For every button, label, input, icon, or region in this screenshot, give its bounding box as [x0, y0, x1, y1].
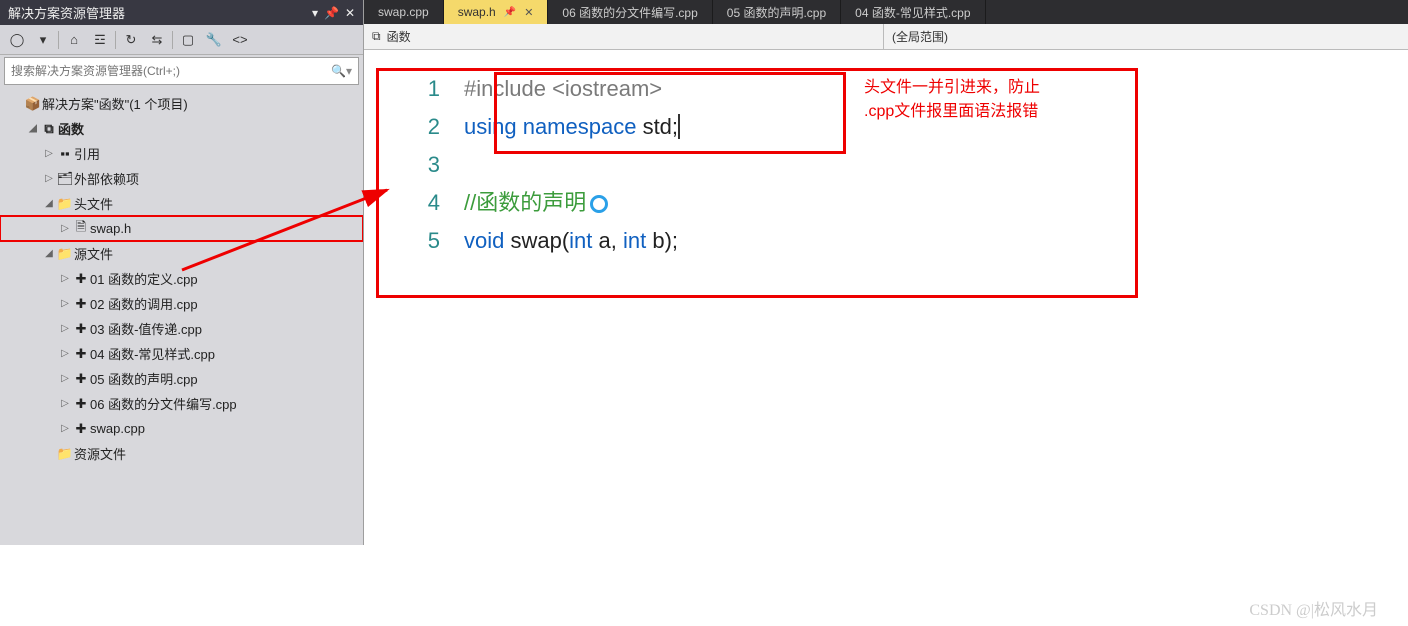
tree-references[interactable]: ▷▪▪引用 [0, 141, 363, 166]
dropdown-icon[interactable]: ▾ [312, 6, 318, 20]
refresh-icon[interactable]: ↻ [120, 29, 142, 51]
solution-explorer: 解决方案资源管理器 ▾ 📌 ✕ ◯ ▾ ⌂ ☲ ↻ ⇆ ▢ 🔧 <> 🔍 ▾ 📦… [0, 0, 364, 545]
home-icon[interactable]: ⌂ [63, 29, 85, 51]
code-editor[interactable]: 1#include <iostream> 2using namespace st… [364, 50, 1408, 545]
show-all-icon[interactable]: ▢ [177, 29, 199, 51]
properties-icon[interactable]: 🔧 [203, 29, 225, 51]
pin-icon[interactable]: 📌 [324, 6, 339, 20]
context-project-dropdown[interactable]: ⧉函数 [364, 24, 884, 49]
solution-search[interactable]: 🔍 ▾ [4, 57, 359, 85]
collapse-icon[interactable]: ⇆ [146, 29, 168, 51]
sync-icon[interactable]: ☲ [89, 29, 111, 51]
watermark: CSDN @|松风水月 [1249, 596, 1378, 620]
close-icon[interactable]: ✕ [345, 6, 355, 20]
solution-toolbar: ◯ ▾ ⌂ ☲ ↻ ⇆ ▢ 🔧 <> [0, 25, 363, 55]
tree-headers-folder[interactable]: ◢📁头文件 [0, 191, 363, 216]
context-scope-dropdown[interactable]: (全局范围) [884, 24, 1408, 49]
pin-icon[interactable]: 📌 [504, 7, 516, 18]
separator [115, 31, 116, 49]
separator [58, 31, 59, 49]
search-dropdown-icon[interactable]: ▾ [346, 64, 352, 78]
annotation-text: 头文件一并引进来，防止 .cpp文件报里面语法报错 [864, 76, 1040, 124]
tree-sources-folder[interactable]: ◢📁源文件 [0, 241, 363, 266]
tree-source-item[interactable]: ▷✚03 函数-值传递.cpp [0, 316, 363, 341]
line-number: 5 [394, 222, 464, 260]
line-number: 3 [394, 146, 464, 184]
tree-source-item[interactable]: ▷✚swap.cpp [0, 416, 363, 441]
tree-source-item[interactable]: ▷✚05 函数的声明.cpp [0, 366, 363, 391]
forward-icon[interactable]: ▾ [32, 29, 54, 51]
loading-icon [590, 195, 608, 213]
solution-tree: 📦解决方案"函数"(1 个项目) ◢⧉函数 ▷▪▪引用 ▷🗂外部依赖项 ◢📁头文… [0, 87, 363, 545]
back-icon[interactable]: ◯ [6, 29, 28, 51]
tab-05[interactable]: 05 函数的声明.cpp [713, 0, 841, 24]
close-icon[interactable]: ✕ [524, 6, 533, 19]
separator [172, 31, 173, 49]
tree-source-item[interactable]: ▷✚06 函数的分文件编写.cpp [0, 391, 363, 416]
tree-external[interactable]: ▷🗂外部依赖项 [0, 166, 363, 191]
tree-project[interactable]: ◢⧉函数 [0, 116, 363, 141]
tab-swap-h[interactable]: swap.h📌✕ [444, 0, 549, 24]
tree-header-swap-h[interactable]: ▷🗎swap.h [0, 216, 363, 241]
search-icon[interactable]: 🔍 [331, 64, 346, 78]
tab-swap-cpp[interactable]: swap.cpp [364, 0, 444, 24]
code-icon[interactable]: <> [229, 29, 251, 51]
tree-source-item[interactable]: ▷✚02 函数的调用.cpp [0, 291, 363, 316]
tree-source-item[interactable]: ▷✚01 函数的定义.cpp [0, 266, 363, 291]
tree-resources-folder[interactable]: 📁资源文件 [0, 441, 363, 466]
tab-06[interactable]: 06 函数的分文件编写.cpp [548, 0, 712, 24]
context-bar: ⧉函数 (全局范围) [364, 24, 1408, 50]
solution-explorer-titlebar: 解决方案资源管理器 ▾ 📌 ✕ [0, 0, 363, 25]
tree-solution-root[interactable]: 📦解决方案"函数"(1 个项目) [0, 91, 363, 116]
editor-tabstrip: swap.cpp swap.h📌✕ 06 函数的分文件编写.cpp 05 函数的… [364, 0, 1408, 24]
line-number: 4 [394, 184, 464, 222]
solution-explorer-title: 解决方案资源管理器 [8, 3, 312, 22]
editor-area: swap.cpp swap.h📌✕ 06 函数的分文件编写.cpp 05 函数的… [364, 0, 1408, 545]
search-input[interactable] [11, 64, 331, 78]
line-number: 2 [394, 108, 464, 146]
line-number: 1 [394, 70, 464, 108]
tree-source-item[interactable]: ▷✚04 函数-常见样式.cpp [0, 341, 363, 366]
annotation-box-include [494, 72, 846, 154]
tab-04[interactable]: 04 函数-常见样式.cpp [841, 0, 985, 24]
